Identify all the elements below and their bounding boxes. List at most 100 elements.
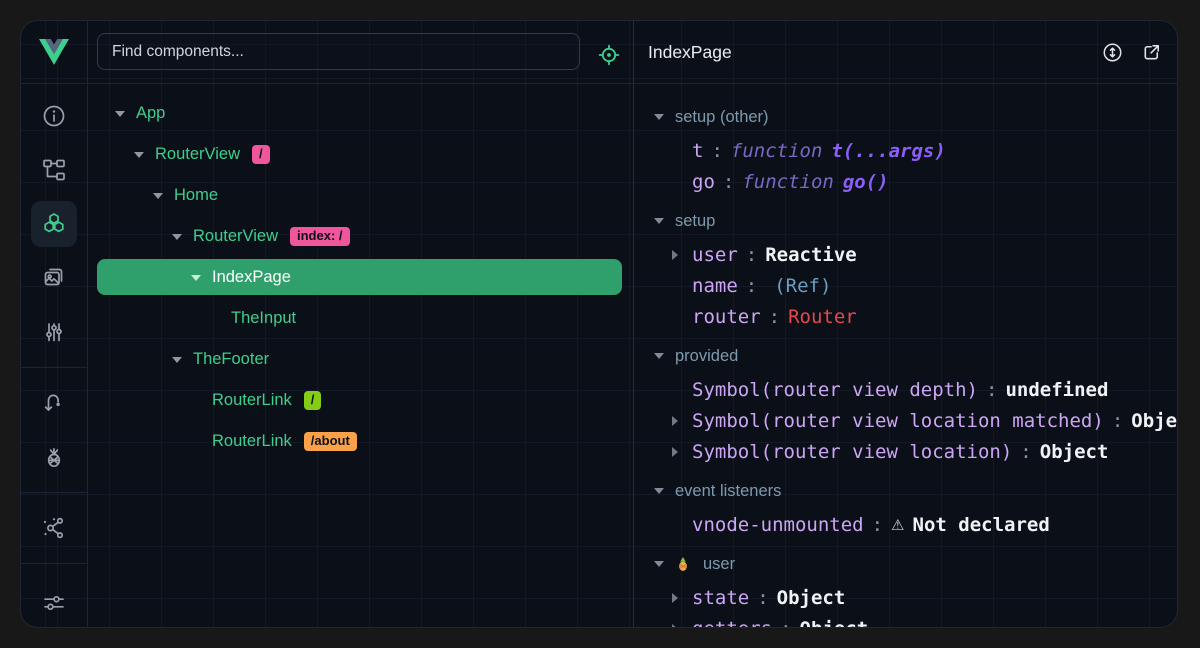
state-value: Reactive: [765, 244, 857, 266]
state-section-header[interactable]: event listeners: [634, 473, 1178, 509]
state-row: Symbol(router view depth):undefined: [634, 374, 1178, 405]
state-key: vnode-unmounted: [692, 514, 864, 536]
state-section-header[interactable]: user: [634, 546, 1178, 582]
collapse-toggle-icon: [654, 488, 664, 494]
section-label: event listeners: [675, 482, 781, 501]
state-key: Symbol(router view depth): [692, 379, 978, 401]
sidebar-item-settings[interactable]: [21, 572, 87, 628]
section-label: setup: [675, 212, 715, 231]
tree-row[interactable]: RouterView/: [89, 134, 633, 175]
component-name: RouterLink: [212, 391, 292, 410]
key-value-separator: :: [757, 587, 768, 609]
key-value-separator: :: [711, 140, 722, 162]
component-tree: App RouterView/Home RouterView index: / Inde…: [89, 93, 633, 462]
sidebar-item-components[interactable]: [21, 197, 87, 251]
expand-toggle-icon[interactable]: [171, 234, 182, 240]
component-name: App: [136, 104, 165, 123]
expand-toggle-icon[interactable]: [171, 357, 182, 363]
sidebar-nav: [21, 83, 87, 628]
open-in-editor-icon[interactable]: [1140, 41, 1163, 64]
key-value-separator: :: [769, 306, 780, 328]
key-value-separator: :: [986, 379, 997, 401]
state-panel-content: setup (other)t:functiont(...args)go:func…: [634, 83, 1178, 627]
expand-toggle-icon[interactable]: [672, 447, 678, 457]
settings-sliders-icon: [41, 590, 67, 616]
search-input[interactable]: [97, 33, 580, 70]
inspector-title: IndexPage: [648, 42, 1101, 63]
expand-toggle-icon[interactable]: [114, 111, 125, 117]
expand-toggle-icon[interactable]: [190, 275, 201, 281]
state-value: Object: [1040, 441, 1109, 463]
expand-toggle-icon[interactable]: [152, 193, 163, 199]
state-row: router:Router: [634, 301, 1178, 332]
sidebar-item-overview[interactable]: [21, 89, 87, 143]
sidebar-item-pinia[interactable]: [21, 430, 87, 484]
router-hook-icon: [41, 390, 67, 416]
state-row[interactable]: user: Reactive: [634, 239, 1178, 270]
component-name: Home: [174, 186, 218, 205]
state-key: go: [692, 171, 715, 193]
expand-toggle-icon[interactable]: [672, 624, 678, 628]
scroll-to-component-icon[interactable]: [1101, 41, 1124, 64]
state-row[interactable]: state:Object: [634, 582, 1178, 613]
tree-row[interactable]: TheFooter: [89, 339, 633, 380]
tree-row[interactable]: IndexPage: [89, 257, 633, 298]
tree-row[interactable]: Home: [89, 175, 633, 216]
route-badge: /: [252, 145, 270, 164]
component-name: IndexPage: [212, 268, 291, 287]
tree-row[interactable]: App: [89, 93, 633, 134]
key-value-separator: :: [746, 275, 757, 297]
state-section-header[interactable]: provided: [634, 338, 1178, 374]
tree-row[interactable]: RouterLink/: [89, 380, 633, 421]
sidebar-item-router[interactable]: [21, 376, 87, 430]
state-key: user: [692, 244, 738, 266]
tree-row[interactable]: TheInput: [89, 298, 633, 339]
sidebar-item-graph[interactable]: [21, 501, 87, 555]
pineapple-icon: [41, 444, 67, 470]
component-name: TheFooter: [193, 350, 269, 369]
sidebar: [21, 21, 88, 627]
state-key: t: [692, 140, 703, 162]
route-badge: /about: [304, 432, 357, 451]
function-keyword: function: [731, 140, 823, 162]
component-tree-panel: App RouterView/Home RouterView index: / Inde…: [89, 21, 633, 627]
state-section-header[interactable]: setup: [634, 203, 1178, 239]
state-inspector-panel: IndexPage setup (other) t: function t(...ar…: [634, 21, 1178, 627]
expand-toggle-icon[interactable]: [672, 593, 678, 603]
state-section-header[interactable]: setup (other): [634, 99, 1178, 135]
state-key: Symbol(router view location matched): [692, 410, 1104, 432]
state-value: Router: [788, 306, 857, 328]
state-section: setupuser:Reactivename:(Ref)router:Route…: [634, 203, 1178, 332]
sidebar-divider: [21, 492, 87, 493]
sidebar-item-component-tree[interactable]: [21, 143, 87, 197]
tree-row[interactable]: RouterView index: /: [89, 216, 633, 257]
graph-nodes-icon: [41, 515, 67, 541]
org-tree-icon: [41, 157, 67, 183]
inspector-header: IndexPage: [634, 21, 1178, 83]
crosshair-target-icon[interactable]: [596, 42, 622, 73]
collapse-toggle-icon: [654, 218, 664, 224]
devtools-window: App RouterView/Home RouterView index: / Inde…: [20, 20, 1178, 628]
route-badge: index: /: [290, 227, 350, 246]
key-value-separator: :: [746, 244, 757, 266]
state-key: name: [692, 275, 738, 297]
expand-toggle-icon[interactable]: [672, 250, 678, 260]
function-signature: t(...args): [831, 140, 945, 162]
section-label: user: [703, 555, 735, 574]
sidebar-item-assets[interactable]: [21, 251, 87, 305]
state-row: name:(Ref): [634, 270, 1178, 301]
vue-logo[interactable]: [21, 21, 87, 83]
expand-toggle-icon[interactable]: [672, 416, 678, 426]
tree-row[interactable]: RouterLink/about: [89, 421, 633, 462]
section-label: setup (other): [675, 108, 769, 127]
sidebar-item-timeline[interactable]: [21, 305, 87, 359]
state-row[interactable]: Symbol(router view location matched):Obj…: [634, 405, 1178, 436]
vertical-sliders-icon: [41, 319, 67, 345]
state-row[interactable]: Symbol(router view location):Object: [634, 436, 1178, 467]
expand-toggle-icon[interactable]: [133, 152, 144, 158]
component-name: RouterView: [193, 227, 278, 246]
state-row[interactable]: getters:Object: [634, 613, 1178, 627]
panel-divider[interactable]: [633, 21, 634, 627]
key-value-separator: :: [872, 514, 883, 536]
pinia-pineapple-icon: [675, 556, 691, 572]
